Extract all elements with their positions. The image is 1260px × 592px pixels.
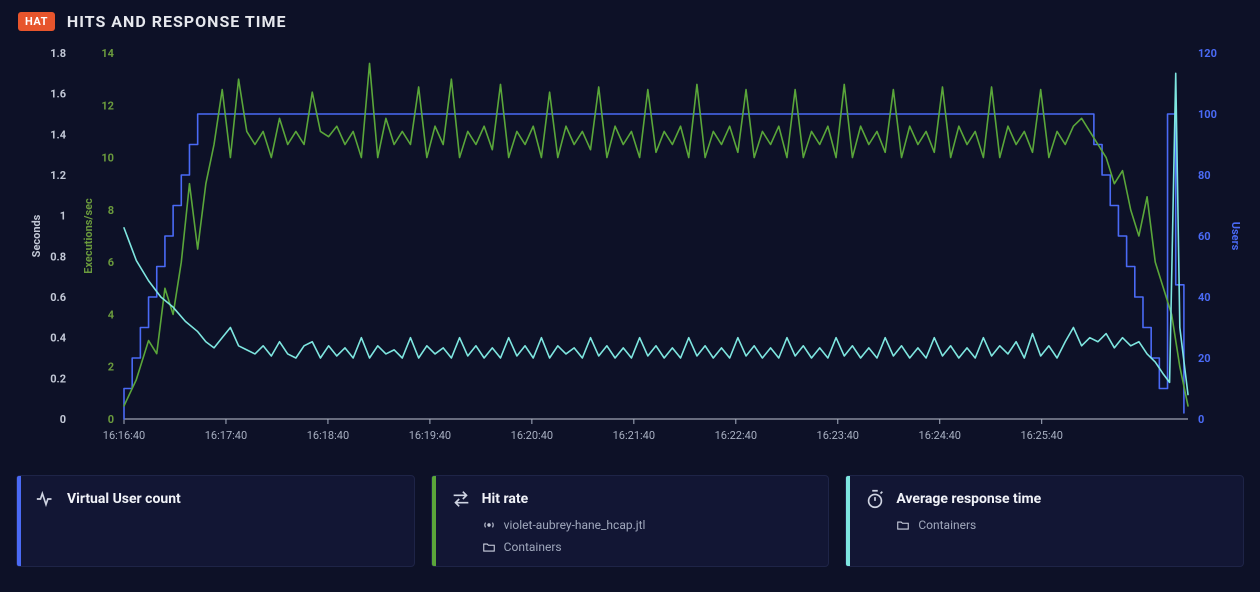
svg-text:12: 12 bbox=[101, 99, 114, 112]
hat-badge: HAT bbox=[18, 12, 55, 31]
legend-card[interactable]: Hit rate violet-aubrey-hane_hcap.jtl Conta… bbox=[431, 475, 830, 567]
card-body: Average response time Containers bbox=[850, 476, 1243, 566]
svg-text:8: 8 bbox=[108, 204, 114, 217]
chart: 0 0.2 0.4 0.6 0.8 1 1.2 1.4 1.6 1.8 0 2 4 6 8 10 12 14 0 20… bbox=[16, 41, 1244, 461]
svg-text:0.4: 0.4 bbox=[50, 332, 67, 345]
arrows-icon bbox=[450, 488, 472, 510]
card-head: Virtual User count bbox=[35, 488, 400, 510]
svg-text:1.2: 1.2 bbox=[50, 169, 66, 182]
svg-text:100: 100 bbox=[1198, 108, 1217, 121]
card-sub-label: Containers bbox=[504, 540, 562, 554]
svg-text:0: 0 bbox=[60, 413, 66, 426]
svg-text:16:24:40: 16:24:40 bbox=[919, 429, 961, 442]
svg-text:0: 0 bbox=[1198, 413, 1204, 426]
svg-text:0.8: 0.8 bbox=[50, 250, 66, 263]
card-title: Average response time bbox=[896, 491, 1041, 507]
legend-card[interactable]: Average response time Containers bbox=[845, 475, 1244, 567]
svg-text:16:18:40: 16:18:40 bbox=[307, 429, 349, 442]
svg-text:Seconds: Seconds bbox=[30, 214, 43, 257]
legend-card[interactable]: Virtual User count bbox=[16, 475, 415, 567]
svg-text:6: 6 bbox=[108, 256, 114, 269]
svg-text:16:17:40: 16:17:40 bbox=[205, 429, 247, 442]
card-head: Hit rate bbox=[450, 488, 815, 510]
svg-text:20: 20 bbox=[1198, 352, 1211, 365]
stopwatch-icon bbox=[864, 488, 886, 510]
card-sub: Containers bbox=[450, 540, 815, 554]
svg-text:16:16:40: 16:16:40 bbox=[103, 429, 145, 442]
folder-icon bbox=[896, 518, 910, 532]
svg-text:1.4: 1.4 bbox=[50, 128, 67, 141]
svg-text:16:23:40: 16:23:40 bbox=[817, 429, 859, 442]
card-sub: violet-aubrey-hane_hcap.jtl bbox=[450, 518, 815, 532]
svg-text:14: 14 bbox=[101, 47, 114, 60]
svg-text:1.8: 1.8 bbox=[50, 47, 66, 60]
svg-text:16:19:40: 16:19:40 bbox=[409, 429, 451, 442]
legend-cards: Virtual User count Hit rate violet-aubrey-… bbox=[16, 475, 1244, 567]
svg-text:80: 80 bbox=[1198, 169, 1211, 182]
svg-text:16:20:40: 16:20:40 bbox=[511, 429, 553, 442]
card-sub-label: violet-aubrey-hane_hcap.jtl bbox=[504, 518, 646, 532]
svg-text:60: 60 bbox=[1198, 230, 1211, 243]
panel-header: HAT HITS AND RESPONSE TIME bbox=[16, 12, 1244, 31]
svg-text:2: 2 bbox=[108, 361, 114, 374]
card-title: Virtual User count bbox=[67, 491, 181, 507]
svg-text:0.6: 0.6 bbox=[50, 291, 66, 304]
card-body: Hit rate violet-aubrey-hane_hcap.jtl Conta… bbox=[436, 476, 829, 566]
svg-text:1.6: 1.6 bbox=[50, 88, 66, 101]
panel-title: HITS AND RESPONSE TIME bbox=[67, 12, 287, 31]
card-body: Virtual User count bbox=[21, 476, 414, 566]
card-head: Average response time bbox=[864, 488, 1229, 510]
svg-text:0: 0 bbox=[108, 413, 114, 426]
chart-svg: 0 0.2 0.4 0.6 0.8 1 1.2 1.4 1.6 1.8 0 2 4 6 8 10 12 14 0 20… bbox=[16, 41, 1244, 461]
pulse-icon bbox=[35, 488, 57, 510]
svg-text:120: 120 bbox=[1198, 47, 1217, 60]
radio-icon bbox=[482, 518, 496, 532]
card-sub: Containers bbox=[864, 518, 1229, 532]
card-sub-label: Containers bbox=[918, 518, 976, 532]
svg-text:16:22:40: 16:22:40 bbox=[715, 429, 757, 442]
svg-text:1: 1 bbox=[60, 210, 66, 223]
svg-text:16:25:40: 16:25:40 bbox=[1020, 429, 1062, 442]
svg-text:Executions/sec: Executions/sec bbox=[82, 198, 95, 274]
folder-icon bbox=[482, 540, 496, 554]
hits-response-panel: HAT HITS AND RESPONSE TIME 0 0.2 0.4 0.6 0.8… bbox=[0, 0, 1260, 583]
svg-text:40: 40 bbox=[1198, 291, 1211, 304]
svg-text:Users: Users bbox=[1229, 222, 1242, 251]
svg-text:0.2: 0.2 bbox=[50, 372, 66, 385]
card-title: Hit rate bbox=[482, 491, 529, 507]
svg-text:4: 4 bbox=[108, 308, 115, 321]
svg-text:10: 10 bbox=[101, 152, 114, 165]
svg-text:16:21:40: 16:21:40 bbox=[613, 429, 655, 442]
